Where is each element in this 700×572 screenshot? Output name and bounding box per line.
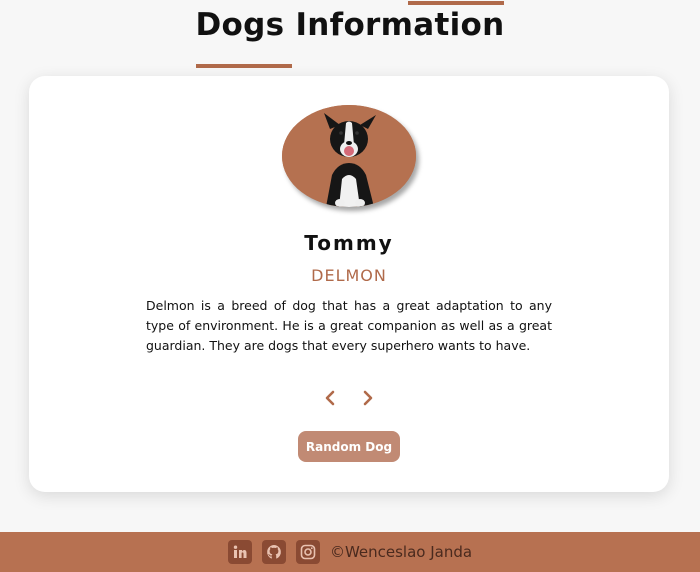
footer: ©Wenceslao Janda: [0, 532, 700, 572]
dog-photo: [282, 105, 416, 207]
linkedin-icon[interactable]: [227, 540, 252, 564]
page-title: Dogs Information: [195, 1, 505, 68]
dog-breed: DELMON: [311, 266, 387, 285]
page: Dogs Information Tommy DELMON Delmon is …: [0, 0, 700, 572]
next-arrow-icon[interactable]: [357, 387, 379, 409]
github-icon[interactable]: [261, 540, 286, 564]
dog-illustration: [282, 105, 416, 207]
dog-card: Tommy DELMON Delmon is a breed of dog th…: [29, 76, 669, 492]
footer-credit: ©Wenceslao Janda: [329, 543, 473, 561]
title-accent-top: [408, 1, 505, 5]
previous-arrow-icon[interactable]: [319, 387, 341, 409]
social-links: [227, 540, 320, 564]
page-title-text: Dogs Information: [195, 7, 505, 43]
carousel-controls: [319, 386, 379, 410]
header: Dogs Information: [0, 0, 700, 68]
random-dog-button[interactable]: Random Dog: [298, 431, 400, 462]
dog-name: Tommy: [304, 231, 394, 255]
instagram-icon[interactable]: [295, 540, 320, 564]
title-accent-bottom: [195, 64, 292, 68]
dog-description: Delmon is a breed of dog that has a grea…: [146, 298, 552, 353]
